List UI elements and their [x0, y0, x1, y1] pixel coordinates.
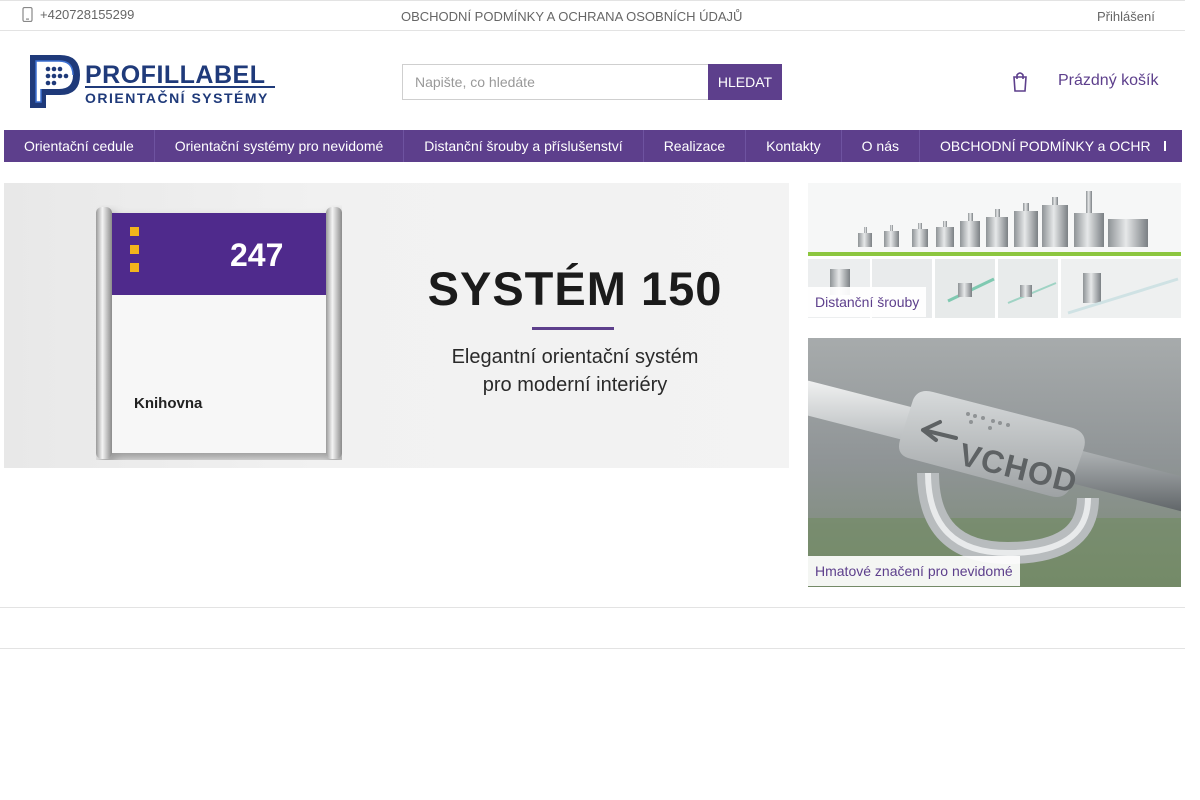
site-logo[interactable]: PROFILLABEL ORIENTAČNÍ SYSTÉMY	[28, 53, 278, 109]
chevron-right-icon	[1164, 141, 1166, 151]
terms-link[interactable]: OBCHODNÍ PODMÍNKY A OCHRANA OSOBNÍCH ÚDA…	[401, 9, 742, 24]
banner-divider	[532, 327, 614, 330]
nav-item-terms[interactable]: OBCHODNÍ PODMÍNKY a OCHRANA OSOBNÍCH ÚDA…	[920, 130, 1182, 162]
tile-label-standoff-screws[interactable]: Distanční šrouby	[808, 287, 927, 317]
nav-more-button[interactable]	[1150, 130, 1182, 162]
tile-label-tactile-signage[interactable]: Hmatové značení pro nevidomé	[808, 556, 1020, 586]
svg-text:ORIENTAČNÍ SYSTÉMY: ORIENTAČNÍ SYSTÉMY	[85, 89, 269, 106]
sign-number: 247	[230, 237, 284, 273]
nav-item-realizations[interactable]: Realizace	[644, 130, 747, 162]
search-input[interactable]	[402, 64, 708, 100]
banner-subtitle-line2: pro moderní interiéry	[482, 374, 668, 396]
tile-standoff-screws[interactable]: Distanční šrouby	[808, 183, 1181, 318]
banner-subtitle: Elegantní orientační systém pro moderní …	[410, 343, 740, 399]
nav-item-about[interactable]: O nás	[842, 130, 921, 162]
sign-product-image	[96, 207, 342, 459]
search-button[interactable]: HLEDAT	[708, 64, 782, 100]
search-bar: HLEDAT	[402, 64, 782, 100]
hero-banner[interactable]: 247 Knihovna SYSTÉM 150 Elegantní orient…	[4, 183, 789, 468]
phone-icon	[22, 7, 33, 22]
content-divider-strip	[0, 607, 1185, 649]
cart-icon	[1013, 72, 1027, 92]
banner-title: SYSTÉM 150	[427, 262, 723, 315]
login-link[interactable]: Přihlášení	[1097, 9, 1155, 24]
nav-item-blind-systems[interactable]: Orientační systémy pro nevidomé	[155, 130, 405, 162]
banner-subtitle-line1: Elegantní orientační systém	[451, 346, 699, 368]
cart[interactable]: Prázdný košík	[1012, 70, 1158, 92]
main-nav: Orientační cedule Orientační systémy pro…	[4, 130, 1182, 162]
phone-number[interactable]: +420728155299	[40, 7, 134, 22]
svg-text:PROFILLABEL: PROFILLABEL	[85, 61, 266, 89]
cart-label[interactable]: Prázdný košík	[1058, 72, 1158, 90]
sign-room-name: Knihovna	[134, 395, 203, 412]
nav-item-standoff-screws[interactable]: Distanční šrouby a příslušenství	[404, 130, 644, 162]
nav-item-contacts[interactable]: Kontakty	[746, 130, 842, 162]
top-bar: +420728155299 OBCHODNÍ PODMÍNKY A OCHRAN…	[0, 0, 1185, 31]
nav-item-orientation-signs[interactable]: Orientační cedule	[4, 130, 155, 162]
tile-tactile-signage[interactable]: VCHOD Hmatové značení pro nevidomé	[808, 338, 1181, 587]
phone-contact[interactable]: +420728155299	[22, 7, 134, 22]
